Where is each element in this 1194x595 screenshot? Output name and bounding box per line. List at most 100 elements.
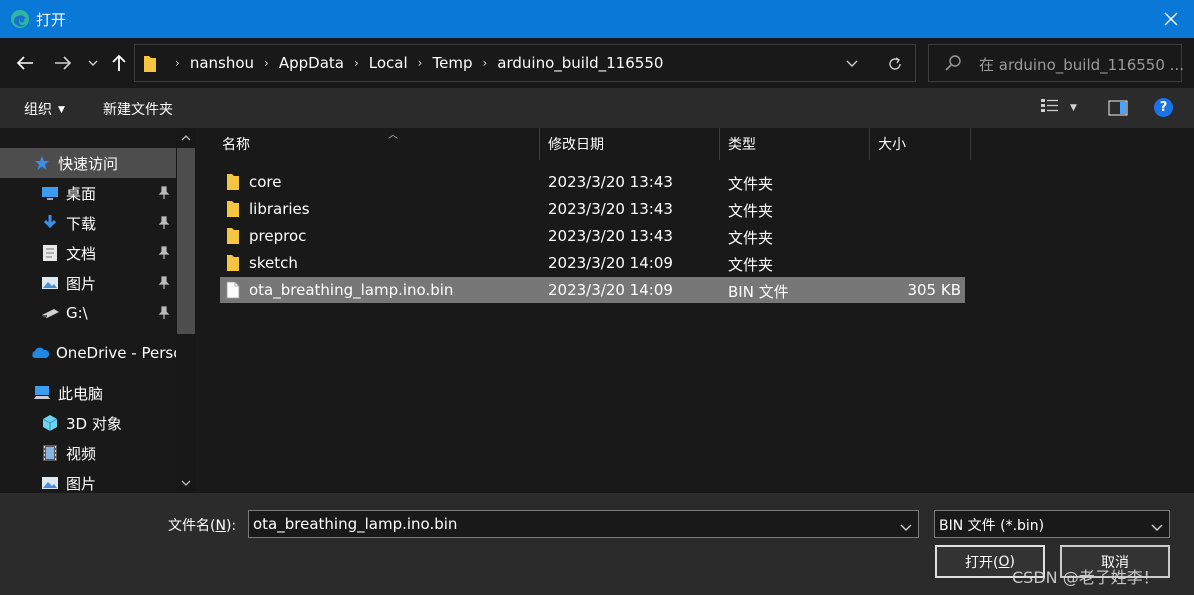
breadcrumb-separator: › [417, 56, 423, 70]
sidebar-item-label: 桌面 [66, 184, 97, 203]
breadcrumb-item[interactable]: AppData [279, 54, 344, 72]
video-icon [40, 444, 60, 462]
file-name: preproc [249, 227, 307, 245]
breadcrumb-separator: › [175, 56, 180, 70]
sidebar-item-downloads[interactable]: 下载 [0, 208, 176, 238]
sidebar-item-3d-objects[interactable]: 3D 对象 [0, 408, 176, 438]
table-row[interactable]: sketch 2023/3/20 14:09 文件夹 [220, 250, 965, 276]
file-date: 2023/3/20 13:43 [548, 173, 673, 191]
chevron-down-icon[interactable] [86, 50, 100, 76]
breadcrumb-item[interactable]: Temp [432, 54, 472, 72]
organize-button[interactable]: 组织 ▼ [24, 99, 65, 119]
navigation-pane: 快速访问 桌面 下载 文档 图片 G:\ OneDrive - Persc 此电… [0, 128, 198, 493]
download-icon [40, 214, 60, 232]
new-folder-button[interactable]: 新建文件夹 [103, 99, 173, 119]
table-row[interactable]: core 2023/3/20 13:43 文件夹 [220, 169, 965, 195]
refresh-icon[interactable] [883, 52, 907, 76]
sidebar-item-this-pc[interactable]: 此电脑 [0, 378, 176, 408]
column-header-label: 修改日期 [548, 137, 604, 153]
column-header-name[interactable]: 名称 ︿ [214, 128, 540, 160]
table-row[interactable]: libraries 2023/3/20 13:43 文件夹 [220, 196, 965, 222]
sidebar-item-desktop[interactable]: 桌面 [0, 178, 176, 208]
pin-icon[interactable] [158, 306, 170, 324]
list-view-icon [1040, 98, 1060, 118]
sort-ascending-icon: ︿ [388, 130, 398, 141]
document-icon [40, 244, 60, 262]
table-row[interactable]: preproc 2023/3/20 13:43 文件夹 [220, 223, 965, 249]
sidebar-item-drive-g[interactable]: G:\ [0, 298, 176, 328]
file-size: 305 KB [907, 281, 961, 299]
address-history-chevron-icon[interactable] [841, 54, 863, 74]
breadcrumb-separator: › [482, 56, 488, 70]
sidebar-item-videos[interactable]: 视频 [0, 438, 176, 468]
search-input[interactable]: 在 arduino_build_116550 ... [928, 44, 1184, 82]
column-header-date[interactable]: 修改日期 [540, 128, 720, 160]
search-icon [945, 55, 961, 75]
arrow-right-icon[interactable] [52, 50, 74, 76]
star-icon [32, 154, 52, 172]
view-options-button[interactable]: ▼ [1040, 97, 1077, 119]
sidebar-item-documents[interactable]: 文档 [0, 238, 176, 268]
column-header-type[interactable]: 类型 [720, 128, 870, 160]
scroll-down-icon[interactable] [176, 474, 196, 492]
drive-icon [40, 304, 60, 322]
desktop-icon [40, 184, 60, 202]
pin-icon[interactable] [158, 246, 170, 264]
address-row: › nanshou › AppData › Local › Temp › ard… [0, 38, 1194, 88]
file-type: 文件夹 [728, 256, 774, 274]
column-header-label: 名称 [222, 137, 250, 153]
pin-icon[interactable] [158, 216, 170, 234]
filetype-select[interactable]: BIN 文件 (*.bin) [934, 510, 1170, 538]
sidebar-item-label: G:\ [66, 304, 88, 322]
breadcrumb-item[interactable]: nanshou [190, 54, 254, 72]
filename-value: ota_breathing_lamp.ino.bin [253, 515, 458, 533]
sidebar-item-quick-access[interactable]: 快速访问 [0, 148, 176, 178]
filename-label: 文件名(N): [168, 515, 236, 535]
column-header-size[interactable]: 大小 [870, 128, 971, 160]
sidebar-item-label: 图片 [66, 474, 97, 493]
dialog-footer: 文件名(N): ota_breathing_lamp.ino.bin BIN 文… [0, 493, 1194, 595]
address-bar[interactable]: › nanshou › AppData › Local › Temp › ard… [134, 44, 916, 82]
preview-pane-icon[interactable] [1108, 97, 1128, 119]
filename-field[interactable]: ota_breathing_lamp.ino.bin [248, 510, 919, 538]
folder-icon [226, 227, 240, 249]
sidebar-item-pictures-pc[interactable]: 图片 [0, 468, 176, 493]
nav-scrollbar-thumb[interactable] [177, 148, 195, 334]
scroll-up-icon[interactable] [176, 129, 196, 147]
sidebar-item-onedrive[interactable]: OneDrive - Persc [0, 338, 176, 368]
breadcrumb-item[interactable]: arduino_build_116550 [497, 54, 663, 72]
file-date: 2023/3/20 13:43 [548, 227, 673, 245]
open-label-pre: 打开( [965, 554, 999, 571]
file-name: core [249, 173, 282, 191]
close-icon[interactable] [1148, 0, 1194, 38]
arrow-left-icon[interactable] [14, 50, 36, 76]
column-header-label: 类型 [728, 137, 756, 153]
folder-icon [226, 200, 240, 222]
chevron-down-icon: ▼ [1070, 103, 1077, 113]
chevron-down-icon[interactable] [1151, 518, 1163, 536]
help-button[interactable]: ? [1154, 98, 1173, 117]
command-bar: 组织 ▼ 新建文件夹 ▼ [0, 88, 1194, 128]
sidebar-item-label: 图片 [66, 274, 97, 293]
folder-icon [226, 254, 240, 276]
picture-icon [40, 274, 60, 292]
pin-icon[interactable] [158, 186, 170, 204]
file-icon [226, 281, 240, 303]
sidebar-item-pictures[interactable]: 图片 [0, 268, 176, 298]
file-type: 文件夹 [728, 202, 774, 220]
file-date: 2023/3/20 13:43 [548, 200, 673, 218]
window-title: 打开 [36, 11, 67, 29]
pin-icon[interactable] [158, 276, 170, 294]
chevron-down-icon[interactable] [900, 518, 912, 536]
file-name: libraries [249, 200, 310, 218]
computer-icon [32, 384, 52, 402]
breadcrumb-separator: › [353, 56, 359, 70]
file-name: sketch [249, 254, 298, 272]
table-row-selected[interactable]: ota_breathing_lamp.ino.bin 2023/3/20 14:… [220, 277, 965, 303]
breadcrumb-item[interactable]: Local [369, 54, 408, 72]
filename-label-pre: 文件名( [168, 518, 216, 534]
file-name: ota_breathing_lamp.ino.bin [249, 281, 454, 299]
title-bar: 打开 [0, 0, 1194, 38]
arrow-up-icon[interactable] [110, 50, 128, 76]
breadcrumb-separator: › [264, 56, 269, 70]
